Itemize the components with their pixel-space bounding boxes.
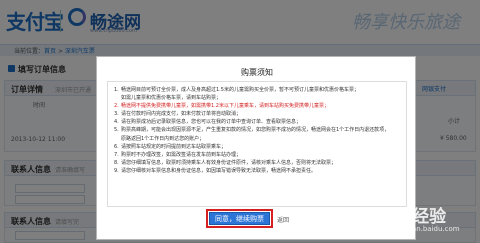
- rule-text: 原路返回1个工作日内到达您的账户；: [121, 135, 205, 142]
- rule-item: 6. 请按照车站规定的时间提前到达车站取票乘车；: [114, 143, 400, 151]
- rule-item: 如需儿童票和优惠价格车票，请到车站购票；: [114, 94, 400, 102]
- rule-item: 4. 请在购票成功后记录取票信息，您也可以在我的订单中查询订单、查看取票信息；: [114, 118, 400, 126]
- rule-text: 畅途网不提供免费携带儿童票，如需携带1.2米以下儿童乘车，请到车站购买免费携带儿…: [121, 103, 329, 110]
- rule-text: 购票高峰期，可能会出现因票源不足，产生重复扣款的情况，如您购票不成功的情况，畅途…: [121, 127, 390, 134]
- rule-number: 9.: [114, 167, 119, 174]
- rule-text: 请在付款时间内完成支付，如未付款订单将自动取消；: [121, 111, 242, 118]
- rule-item: 3. 请在付款时间内完成支付，如未付款订单将自动取消；: [114, 110, 400, 118]
- rule-item: 2. 畅途网不提供免费携带儿童票，如需携带1.2米以下儿童乘车，请到车站购买免费携…: [114, 102, 400, 110]
- rule-number: [114, 135, 121, 143]
- rules-scroll-box[interactable]: 1. 畅途网目前可预订全价票，成人及身高超过1.5米的儿童需购买全价票，暂不可预订…: [107, 81, 407, 207]
- rule-number: 4.: [114, 119, 119, 126]
- rule-text: 如需儿童票和优惠价格车票，请到车站购票；: [121, 95, 222, 102]
- baidu-watermark: Bai 经验: [376, 207, 447, 227]
- rule-text: 购票时不办理改签，如需改签请在发车前到车站办理；: [121, 151, 242, 158]
- agree-button-highlight: 同意，继续购票: [206, 209, 273, 228]
- rule-item: 5. 购票高峰期，可能会出现因票源不足，产生重复扣款的情况，如您购票不成功的情况，…: [114, 126, 400, 134]
- rule-number: 7.: [114, 151, 119, 158]
- rule-text: 请在购票成功后记录取票信息，您也可以在我的订单中查询订单、查看取票信息；: [121, 119, 302, 126]
- rule-number: 6.: [114, 143, 119, 150]
- rule-number: 1.: [114, 87, 119, 93]
- rule-text: 请您仔细填写信息，取票时须持乘车人有效身份证件原件，请核对乘车人信息，否则将无法…: [121, 159, 337, 166]
- rule-item: 原路返回1个工作日内到达您的账户；: [114, 135, 400, 143]
- rule-number: 5.: [114, 127, 119, 134]
- rule-item: 8. 请您仔细填写信息，取票时须持乘车人有效身份证件原件，请核对乘车人信息，否则将…: [114, 159, 400, 167]
- rule-item: 7. 购票时不办理改签，如需改签请在发车前到车站办理；: [114, 151, 400, 159]
- rule-item: 1. 畅途网目前可预订全价票，成人及身高超过1.5米的儿童需购买全价票，暂不可预订…: [114, 86, 400, 94]
- rule-number: 3.: [114, 111, 119, 118]
- rule-item: 9. 请您仔细核对车票信息和身份证信息，如因填写错误导致无法取票，畅途网不承担责任…: [114, 167, 400, 175]
- rule-number: 2.: [114, 103, 119, 110]
- rule-text: 请按照车站规定的时间提前到达车站取票乘车；: [121, 143, 227, 150]
- back-link[interactable]: 返回: [277, 215, 289, 224]
- rule-text: 畅途网目前可预订全价票，成人及身高超过1.5米的儿童需购买全价票，暂不可预订儿童…: [121, 87, 359, 93]
- rule-text: 请您仔细核对车票信息和身份证信息，如因填写错误导致无法取票，畅途网不承担责任。: [121, 167, 317, 174]
- dialog-title: 购票须知: [241, 68, 273, 77]
- rule-number: 8.: [114, 159, 119, 166]
- baidu-watermark-url: jingyan.baidu.com: [395, 225, 460, 233]
- purchase-notice-dialog: 购票须知 1. 畅途网目前可预订全价票，成人及身高超过1.5米的儿童需购买全价票，…: [96, 56, 416, 240]
- rule-number: [114, 94, 121, 102]
- agree-continue-button[interactable]: 同意，继续购票: [209, 212, 270, 225]
